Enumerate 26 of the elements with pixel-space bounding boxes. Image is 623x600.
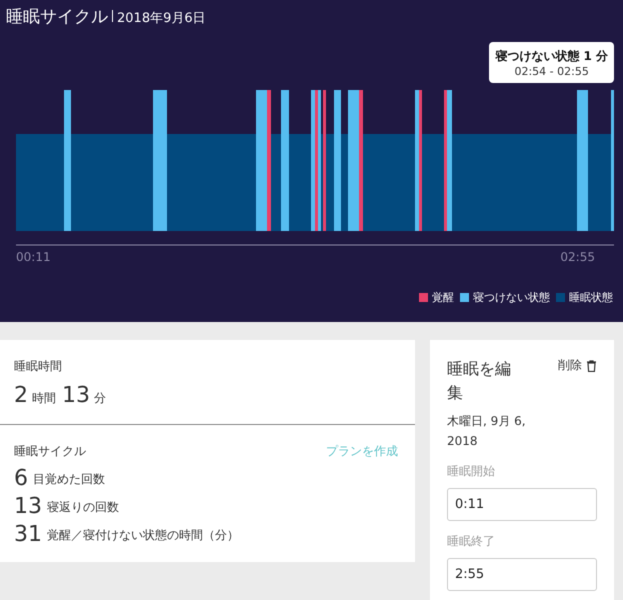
legend-label: 寝つけない状態 xyxy=(473,290,550,305)
duration-value: 2 xyxy=(14,383,28,408)
edit-date: 木曜日, 9月 6, 2018 xyxy=(447,413,527,450)
section-label: 睡眠サイクル xyxy=(14,443,86,460)
legend-label: 睡眠状態 xyxy=(569,290,613,305)
edit-title: 睡眠を編集 xyxy=(447,358,512,404)
tooltip-range: 02:54 - 02:55 xyxy=(513,65,590,78)
chart-title: 睡眠サイクル xyxy=(6,6,108,28)
axis-label: 00:11 xyxy=(16,250,52,264)
legend-label: 覚醒 xyxy=(432,290,454,305)
axis-label: 02:55 xyxy=(560,250,596,264)
section-label: 睡眠時間 xyxy=(14,358,63,375)
time-input[interactable]: 0:11 xyxy=(447,488,597,521)
duration-value: 13 xyxy=(62,383,90,408)
field-label: 睡眠終了 xyxy=(447,533,496,550)
tooltip-title: 寝つけない状態 1 分 xyxy=(495,48,608,65)
field-label: 睡眠開始 xyxy=(447,463,496,480)
duration-unit: 時間 xyxy=(32,390,56,407)
trash-icon xyxy=(586,360,597,372)
stat-text: 13 寝返りの回数 xyxy=(14,496,120,518)
time-input[interactable]: 2:55 xyxy=(447,558,597,591)
delete-button[interactable]: 削除 xyxy=(558,357,597,374)
duration-unit: 分 xyxy=(94,390,106,407)
stat-text: 6 目覚めた回数 xyxy=(14,468,106,490)
chart-date: 2018年9月6日 xyxy=(117,10,206,27)
stat-text: 31 覚醒／寝付けない状態の時間（分） xyxy=(14,524,240,546)
